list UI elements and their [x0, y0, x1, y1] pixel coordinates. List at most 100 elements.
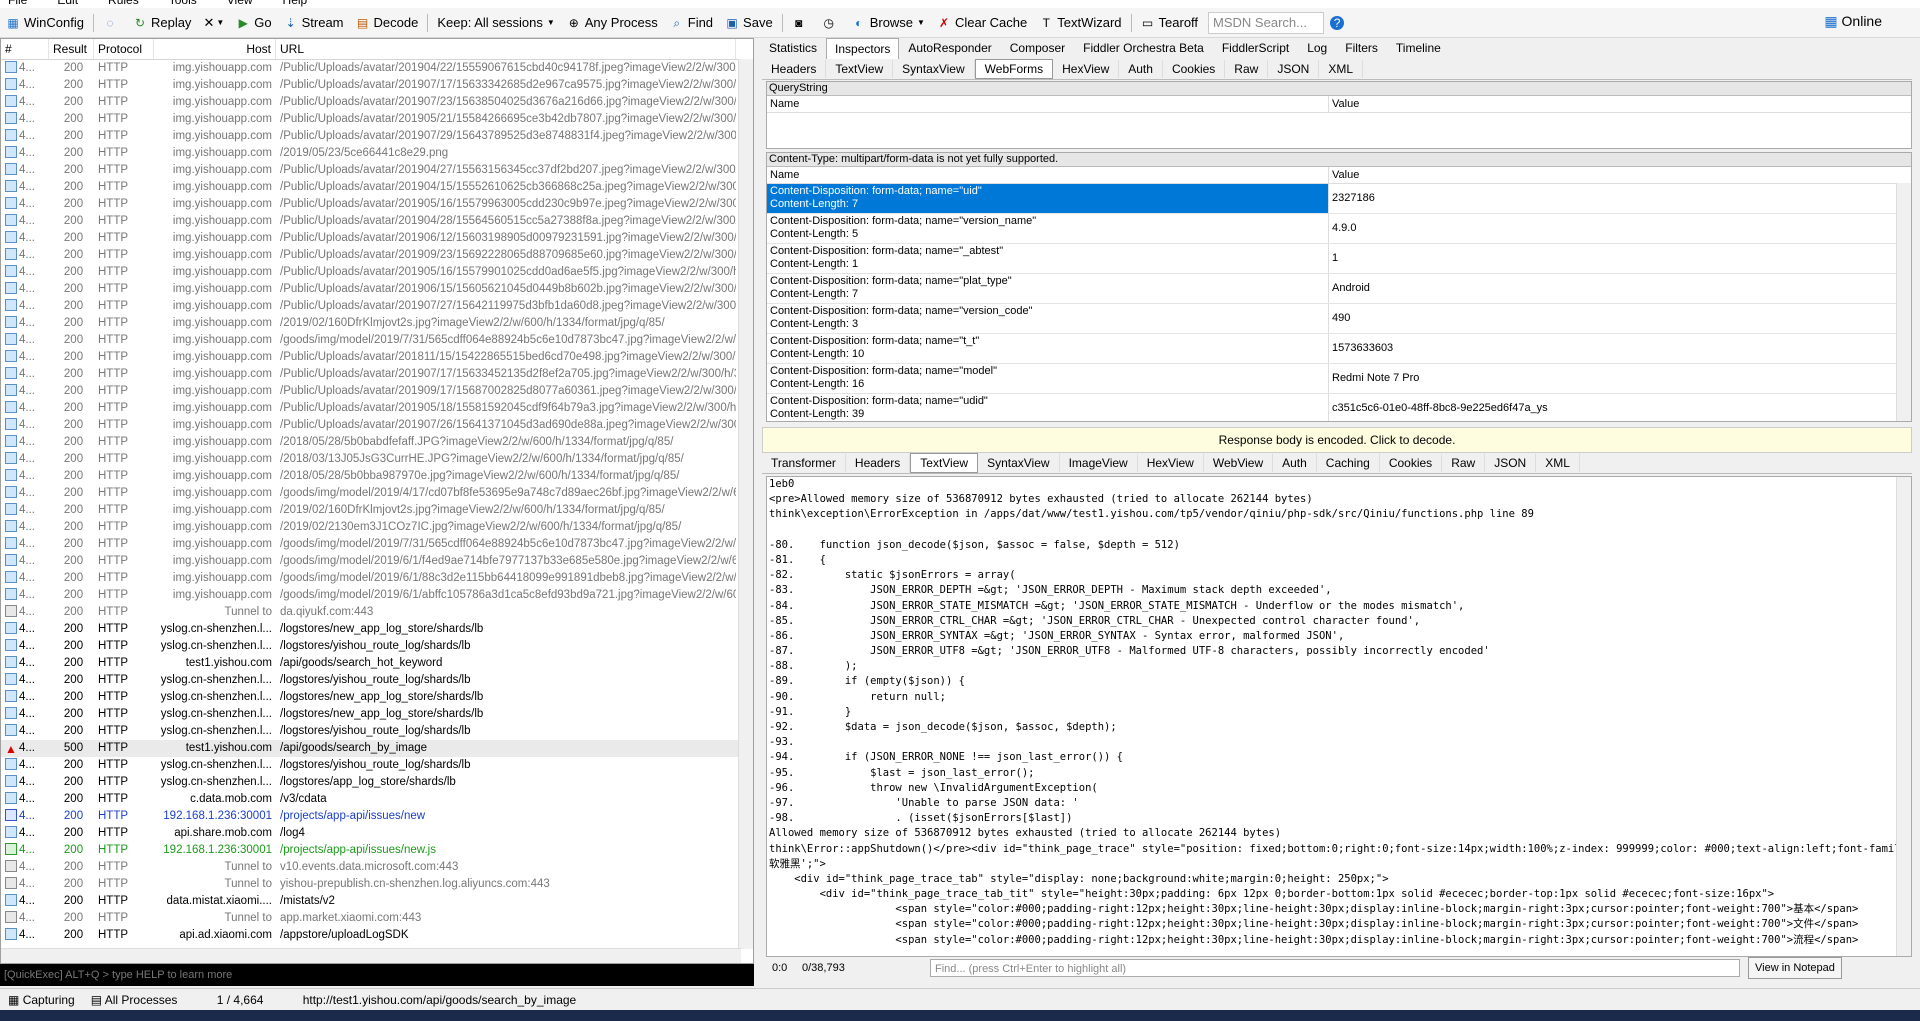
form-name-col[interactable]: Name: [767, 167, 1329, 183]
session-row[interactable]: 4... 200 HTTP img.yishouapp.com/Public/Uplo…: [1, 400, 753, 417]
tab-inspectors[interactable]: Inspectors: [826, 37, 900, 59]
replay-button[interactable]: ↻ Replay: [127, 10, 197, 36]
tab-fiddlerscript[interactable]: FiddlerScript: [1213, 37, 1298, 59]
tab-log[interactable]: Log: [1298, 37, 1336, 59]
menu-file[interactable]: File: [8, 0, 27, 7]
menu-edit[interactable]: Edit: [57, 0, 78, 7]
session-row[interactable]: 4... 200 HTTP img.yishouapp.com/Public/Uplo…: [1, 77, 753, 94]
col-header-number[interactable]: #: [1, 39, 49, 59]
request-tab-cookies[interactable]: Cookies: [1163, 60, 1226, 78]
session-row[interactable]: 4... 200 HTTP img.yishouapp.com/Public/Uplo…: [1, 179, 753, 196]
session-row[interactable]: 4... 200 HTTP img.yishouapp.com/goods/img/m…: [1, 332, 753, 349]
session-row[interactable]: 4... 200 HTTP data.mistat.xiaomi.... /mistat…: [1, 893, 753, 910]
session-list-horizontal-scrollbar[interactable]: [1, 948, 741, 963]
textwizard-button[interactable]: T TextWizard: [1033, 10, 1127, 36]
view-in-notepad-button[interactable]: View in Notepad: [1748, 957, 1842, 979]
form-data-row[interactable]: Content-Disposition: form-data; name="t_…: [767, 334, 1911, 364]
tab-autoresponder[interactable]: AutoResponder: [899, 37, 1000, 59]
col-header-protocol[interactable]: Protocol: [94, 39, 154, 59]
process-filter[interactable]: ▤ All Processes: [83, 993, 209, 1007]
tab-composer[interactable]: Composer: [1001, 37, 1074, 59]
session-row[interactable]: 4... 200 HTTP img.yishouapp.com/Public/Uplo…: [1, 281, 753, 298]
find-button[interactable]: ⌕ Find: [664, 10, 719, 36]
session-row[interactable]: 4... 200 HTTP img.yishouapp.com/2018/05/28/…: [1, 468, 753, 485]
clear-cache-button[interactable]: ✗ Clear Cache: [931, 10, 1033, 36]
session-row[interactable]: 4... 200 HTTP img.yishouapp.com/goods/img/m…: [1, 485, 753, 502]
response-tab-json[interactable]: JSON: [1485, 454, 1537, 472]
remove-button[interactable]: ✕ ▼: [197, 10, 230, 36]
request-tab-webforms[interactable]: WebForms: [974, 59, 1054, 79]
online-indicator[interactable]: ▦ Online: [1824, 13, 1882, 30]
session-row[interactable]: 4... 200 HTTP img.yishouapp.com/goods/img/m…: [1, 536, 753, 553]
session-row[interactable]: 4... 200 HTTP 192.168.1.236:30001/projects/…: [1, 842, 753, 859]
session-row[interactable]: 4... 200 HTTP yslog.cn-shenzhen.l... /logsto…: [1, 757, 753, 774]
session-row[interactable]: 4... 200 HTTP api.ad.xiaomi.com/appstore/up…: [1, 927, 753, 944]
col-header-host[interactable]: Host: [154, 39, 276, 59]
response-body-scrollbar[interactable]: [1896, 477, 1911, 956]
session-list-vertical-scrollbar[interactable]: [738, 59, 753, 949]
timer-button[interactable]: ◷: [816, 10, 846, 36]
session-row[interactable]: 4... 200 HTTP yslog.cn-shenzhen.l... /logsto…: [1, 638, 753, 655]
session-row[interactable]: 4... 200 HTTP img.yishouapp.com/Public/Uplo…: [1, 247, 753, 264]
response-tab-syntaxview[interactable]: SyntaxView: [978, 454, 1060, 472]
session-row[interactable]: 4... 200 HTTP Tunnel to yishou-prepublish.cn…: [1, 876, 753, 893]
session-row[interactable]: 4... 200 HTTP img.yishouapp.com/Public/Uplo…: [1, 162, 753, 179]
session-row[interactable]: 4... 200 HTTP yslog.cn-shenzhen.l... /logsto…: [1, 706, 753, 723]
go-button[interactable]: ▶ Go: [230, 10, 277, 36]
session-row[interactable]: 4... 200 HTTP img.yishouapp.com/2018/03/13J…: [1, 451, 753, 468]
response-tab-webview[interactable]: WebView: [1204, 454, 1274, 472]
form-data-row[interactable]: Content-Disposition: form-data; name="ui…: [767, 184, 1911, 214]
session-row[interactable]: 4... 200 HTTP img.yishouapp.com/Public/Uplo…: [1, 417, 753, 434]
response-tab-hexview[interactable]: HexView: [1138, 454, 1204, 472]
response-tab-textview[interactable]: TextView: [910, 453, 979, 473]
session-row[interactable]: 4... 200 HTTP Tunnel to da.qiyukf.com:443: [1, 604, 753, 621]
find-input[interactable]: Find... (press Ctrl+Enter to highlight a…: [930, 959, 1740, 977]
help-button[interactable]: ?: [1324, 10, 1354, 36]
decode-button[interactable]: ▤ Decode: [350, 10, 425, 36]
session-row[interactable]: 4... 200 HTTP img.yishouapp.com/goods/img/m…: [1, 570, 753, 587]
request-tab-headers[interactable]: Headers: [762, 60, 827, 78]
msdn-search-input[interactable]: MSDN Search...: [1208, 11, 1325, 34]
session-row[interactable]: 4... 200 HTTP img.yishouapp.com/Public/Uplo…: [1, 111, 753, 128]
session-row[interactable]: 4... 200 HTTP test1.yishou.com/api/goods/se…: [1, 655, 753, 672]
session-row[interactable]: 4... 200 HTTP img.yishouapp.com/Public/Uplo…: [1, 128, 753, 145]
comment-button[interactable]: ◌: [97, 10, 127, 36]
keep-sessions-dropdown[interactable]: Keep: All sessions ▼: [431, 10, 560, 36]
request-tab-auth[interactable]: Auth: [1119, 60, 1163, 78]
stream-button[interactable]: ⇣ Stream: [278, 10, 350, 36]
session-row[interactable]: 4... 200 HTTP img.yishouapp.com/Public/Uplo…: [1, 264, 753, 281]
form-data-row[interactable]: Content-Disposition: form-data; name="pl…: [767, 274, 1911, 304]
winconfig-button[interactable]: ▦ WinConfig: [0, 10, 90, 36]
col-header-result[interactable]: Result: [49, 39, 94, 59]
capturing-indicator[interactable]: ▦ Capturing: [0, 993, 83, 1007]
session-row[interactable]: ▲ 4... 500 HTTP test1.yishou.com/api/goods/s…: [1, 740, 753, 757]
response-body-textview[interactable]: 1eb0 <pre>Allowed memory size of 53687091…: [766, 476, 1912, 957]
session-row[interactable]: 4... 200 HTTP img.yishouapp.com/Public/Uplo…: [1, 213, 753, 230]
session-row[interactable]: 4... 200 HTTP img.yishouapp.com/Public/Uplo…: [1, 196, 753, 213]
request-tab-textview[interactable]: TextView: [826, 60, 894, 78]
tearoff-button[interactable]: ▭ Tearoff: [1135, 10, 1205, 36]
response-tab-imageview[interactable]: ImageView: [1060, 454, 1138, 472]
form-data-row[interactable]: Content-Disposition: form-data; name="mo…: [767, 364, 1911, 394]
request-tab-json[interactable]: JSON: [1268, 60, 1320, 78]
form-data-row[interactable]: Content-Disposition: form-data; name="_a…: [767, 244, 1911, 274]
tab-filters[interactable]: Filters: [1336, 37, 1387, 59]
request-tab-raw[interactable]: Raw: [1225, 60, 1269, 78]
browse-button[interactable]: ◐ Browse ▼: [846, 10, 931, 36]
quickexec-input[interactable]: [QuickExec] ALT+Q > type HELP to learn m…: [0, 964, 754, 986]
request-tab-xml[interactable]: XML: [1319, 60, 1364, 78]
response-tab-auth[interactable]: Auth: [1273, 454, 1317, 472]
response-tab-headers[interactable]: Headers: [846, 454, 911, 472]
menu-tools[interactable]: Tools: [169, 0, 197, 7]
session-row[interactable]: 4... 200 HTTP yslog.cn-shenzhen.l... /logsto…: [1, 621, 753, 638]
session-row[interactable]: 4... 200 HTTP img.yishouapp.com/2019/02/213…: [1, 519, 753, 536]
response-tab-transformer[interactable]: Transformer: [762, 454, 846, 472]
session-row[interactable]: 4... 200 HTTP img.yishouapp.com/Public/Uplo…: [1, 60, 753, 77]
session-row[interactable]: 4... 200 HTTP img.yishouapp.com/2018/05/28/…: [1, 434, 753, 451]
session-row[interactable]: 4... 200 HTTP yslog.cn-shenzhen.l... /logsto…: [1, 689, 753, 706]
session-row[interactable]: 4... 200 HTTP img.yishouapp.com/2019/02/160…: [1, 315, 753, 332]
form-data-row[interactable]: Content-Disposition: form-data; name="ud…: [767, 394, 1911, 421]
qs-name-col[interactable]: Name: [767, 96, 1329, 112]
session-row[interactable]: 4... 200 HTTP img.yishouapp.com/Public/Uplo…: [1, 349, 753, 366]
tab-fiddler-orchestra-beta[interactable]: Fiddler Orchestra Beta: [1074, 37, 1213, 59]
